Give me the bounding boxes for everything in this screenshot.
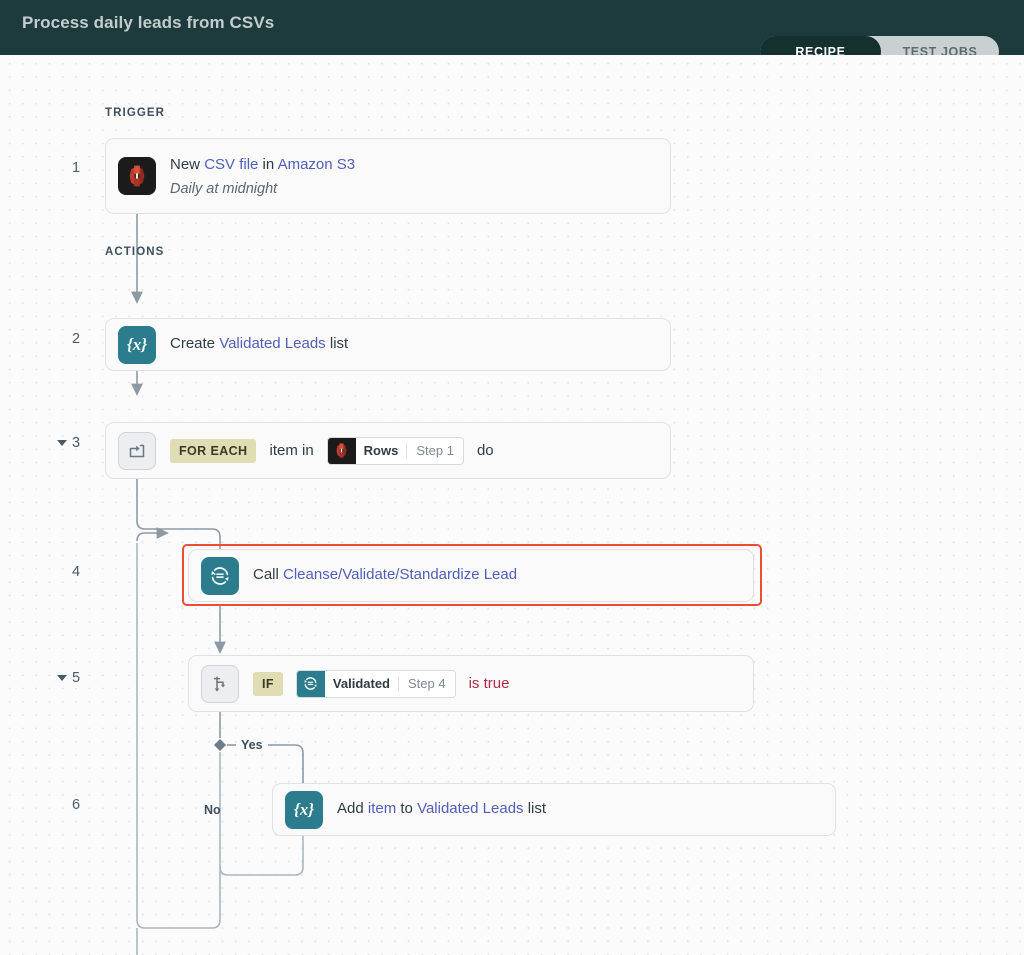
- call-recipe-glyph: [208, 564, 232, 588]
- step-gutter-5[interactable]: 5: [57, 670, 80, 686]
- step-card-5[interactable]: IF Validated: [188, 655, 754, 712]
- step-2-text-part-1[interactable]: Validated Leads: [219, 335, 325, 352]
- call-recipe-glyph: [302, 675, 319, 692]
- step-card-2[interactable]: {x} Create Validated Leads list: [105, 318, 671, 371]
- step-6-text-part-3[interactable]: Validated Leads: [417, 800, 523, 817]
- step-6-text-part-1[interactable]: item: [368, 800, 396, 817]
- step-6-title: Add item to Validated Leads list: [337, 799, 546, 819]
- call-recipe-icon: [201, 557, 239, 595]
- step-6-text-part-2: to: [396, 800, 417, 817]
- step-gutter-6: 6: [72, 797, 80, 813]
- if-branch-icon: [201, 665, 239, 703]
- step-3-datapill-name: Rows: [356, 438, 407, 464]
- step-3-mid-text: item in: [269, 442, 313, 459]
- step-card-6[interactable]: {x} Add item to Validated Leads list: [272, 783, 836, 836]
- section-label-actions: ACTIONS: [105, 246, 164, 258]
- step-number-6: 6: [72, 797, 80, 813]
- step-5-datapill-name: Validated: [325, 671, 398, 697]
- collapse-caret-5-icon[interactable]: [57, 675, 67, 681]
- step-2-text-part-2: list: [326, 335, 349, 352]
- step-4-text-part-1[interactable]: Cleanse/Validate/Standardize Lead: [283, 566, 517, 583]
- amazon-s3-icon: [328, 438, 356, 464]
- step-5-datapill[interactable]: Validated Step 4: [296, 670, 456, 698]
- step-4-text-part-0: Call: [253, 566, 283, 583]
- step-number-1: 1: [72, 160, 80, 176]
- step-1-subtitle: Daily at midnight: [170, 181, 355, 197]
- page-title: Process daily leads from CSVs: [22, 13, 274, 33]
- step-4-title: Call Cleanse/Validate/Standardize Lead: [253, 565, 517, 585]
- repeat-loop-glyph: [127, 441, 147, 461]
- step-1-title: New CSV file in Amazon S3: [170, 155, 355, 175]
- step-5-body: IF Validated: [253, 670, 509, 698]
- step-3-datapill[interactable]: Rows Step 1: [327, 437, 464, 465]
- recipe-canvas[interactable]: TRIGGER ACTIONS 1 2 3 4 5 6: [0, 55, 1024, 955]
- step-1-text-part-3[interactable]: Amazon S3: [278, 156, 356, 173]
- step-1-text-part-0: New: [170, 156, 204, 173]
- call-recipe-icon: [297, 671, 325, 697]
- variable-braces-icon: {x}: [118, 326, 156, 364]
- step-number-5: 5: [72, 670, 80, 686]
- step-2-text-part-0: Create: [170, 335, 219, 352]
- step-gutter-4: 4: [72, 564, 80, 580]
- step-5-condition: is true: [469, 675, 510, 692]
- step-number-2: 2: [72, 331, 80, 347]
- step-3-datapill-step: Step 1: [407, 438, 463, 464]
- foreach-keyword-badge: FOR EACH: [170, 439, 256, 463]
- step-1-body: New CSV file in Amazon S3 Daily at midni…: [156, 155, 355, 196]
- step-6-text-part-4: list: [524, 800, 547, 817]
- if-branch-glyph: [210, 674, 230, 694]
- branch-label-yes: Yes: [241, 738, 263, 752]
- step-card-4[interactable]: Call Cleanse/Validate/Standardize Lead: [188, 549, 754, 602]
- step-gutter-1: 1: [72, 160, 80, 176]
- step-number-4: 4: [72, 564, 80, 580]
- recipe-editor: Process daily leads from CSVs RECIPE TES…: [0, 0, 1024, 955]
- s3-bucket-glyph: [126, 164, 148, 188]
- step-6-text-part-0: Add: [337, 800, 368, 817]
- step-3-tail-text: do: [477, 442, 494, 459]
- step-5-datapill-step: Step 4: [399, 671, 455, 697]
- collapse-caret-3-icon[interactable]: [57, 440, 67, 446]
- branch-label-no: No: [204, 803, 221, 817]
- step-1-text-part-2: in: [258, 156, 277, 173]
- step-3-body: FOR EACH item in Rows: [170, 437, 494, 465]
- s3-bucket-glyph: [334, 442, 349, 459]
- step-gutter-3[interactable]: 3: [57, 435, 80, 451]
- step-1-text-part-1[interactable]: CSV file: [204, 156, 258, 173]
- step-gutter-2: 2: [72, 331, 80, 347]
- repeat-loop-icon: [118, 432, 156, 470]
- section-label-trigger: TRIGGER: [105, 107, 165, 119]
- step-2-title: Create Validated Leads list: [170, 334, 348, 354]
- step-card-1[interactable]: New CSV file in Amazon S3 Daily at midni…: [105, 138, 671, 214]
- step-number-3: 3: [72, 435, 80, 451]
- step-card-3[interactable]: FOR EACH item in Rows: [105, 422, 671, 479]
- amazon-s3-icon: [118, 157, 156, 195]
- if-keyword-badge: IF: [253, 672, 283, 696]
- variable-braces-icon: {x}: [285, 791, 323, 829]
- app-header: Process daily leads from CSVs RECIPE TES…: [0, 0, 1024, 55]
